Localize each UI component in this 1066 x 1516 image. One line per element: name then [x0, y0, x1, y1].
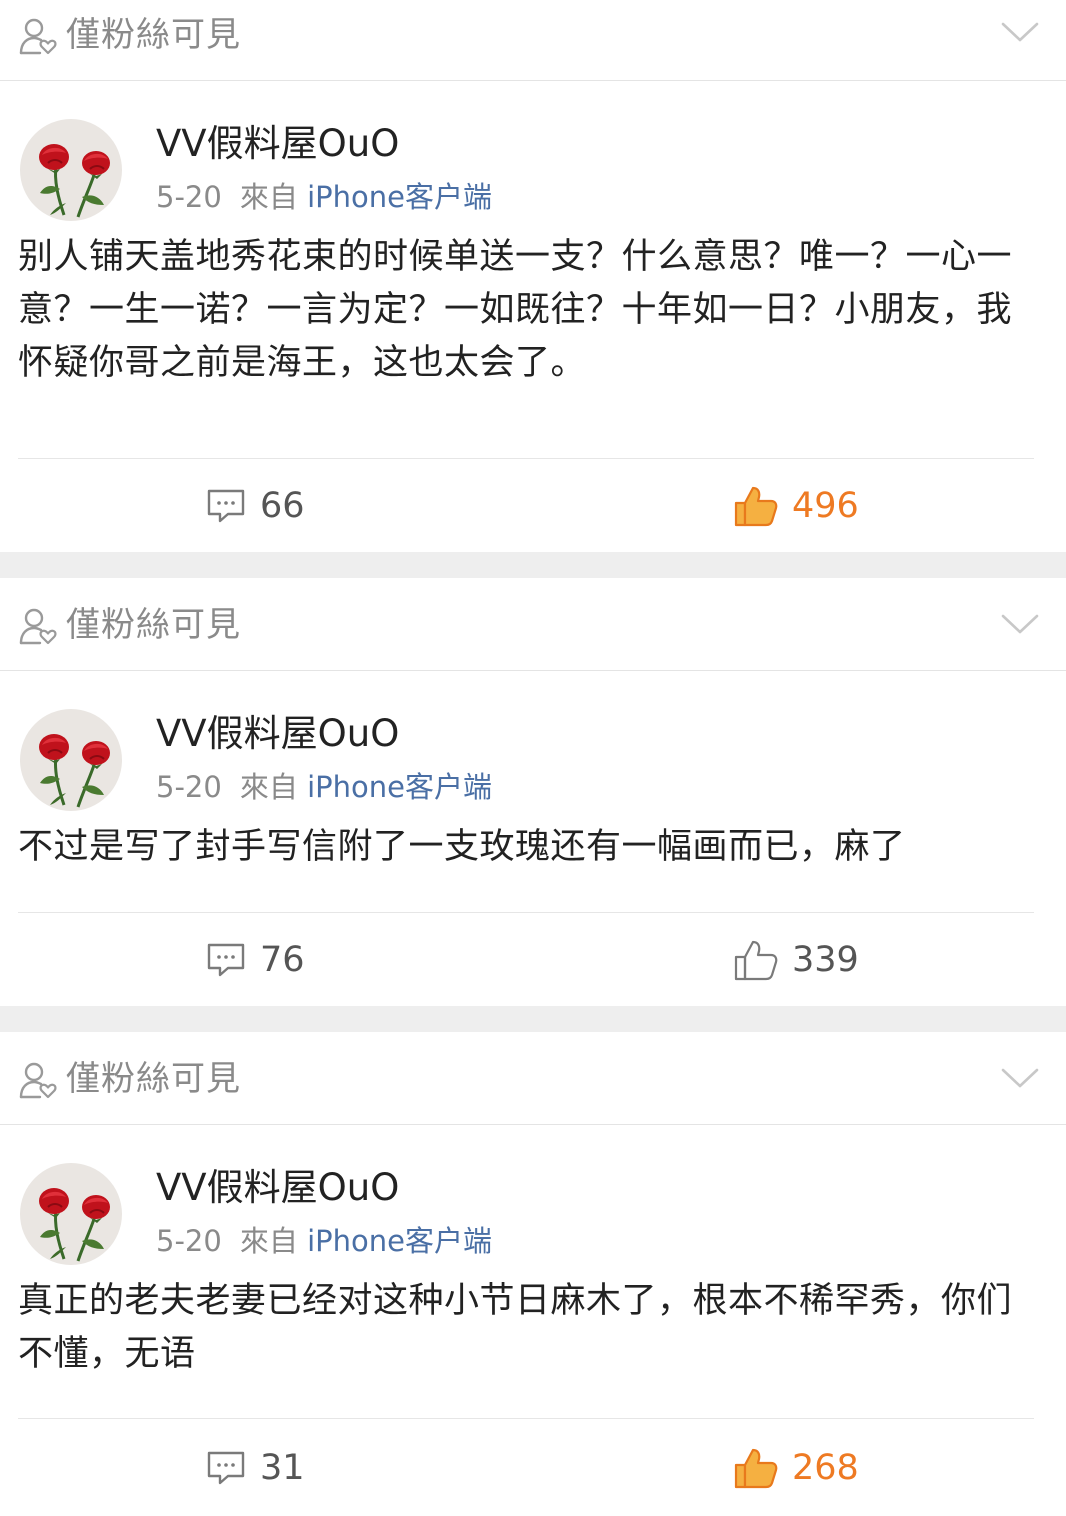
source-prefix: 來自: [239, 1224, 298, 1258]
author-row: VV假料屋OuO 5-20 來自 iPhone客户端: [0, 1125, 1066, 1275]
action-bar: 76 339: [0, 914, 1066, 1006]
visibility-label: 僅粉絲可見: [66, 15, 241, 55]
thumbs-up-icon: [734, 486, 778, 527]
source-prefix: 來自: [239, 770, 298, 804]
visibility-bar: 僅粉絲可見: [0, 578, 1066, 671]
action-bar: 66 496: [0, 460, 1066, 552]
like-count: 496: [792, 486, 859, 526]
chevron-down-icon[interactable]: [1000, 18, 1040, 46]
author-row: VV假料屋OuO 5-20 來自 iPhone客户端: [0, 81, 1066, 231]
avatar[interactable]: [20, 1163, 122, 1265]
post-separator: [0, 552, 1066, 578]
comment-count: 31: [260, 1448, 305, 1488]
post-text: 真正的老夫老妻已经对这种小节日麻木了，根本不稀罕秀，你们不懂，无语: [18, 1281, 1013, 1374]
thumbs-up-icon: [734, 940, 778, 981]
post-card: 僅粉絲可見 VV假料屋OuO 5-20: [0, 0, 1066, 552]
source-client-link[interactable]: iPhone客户端: [307, 1224, 492, 1258]
author-name[interactable]: VV假料屋OuO: [156, 1165, 399, 1211]
like-count: 268: [792, 1448, 859, 1488]
comment-button[interactable]: 66: [206, 460, 305, 552]
comment-count: 76: [260, 940, 305, 980]
post-meta: 5-20 來自 iPhone客户端: [156, 1223, 492, 1259]
divider: [18, 458, 1034, 459]
post-date: 5-20: [156, 770, 222, 804]
post-text: 不过是写了封手写信附了一支玫瑰还有一幅画而已，麻了: [18, 827, 906, 867]
action-bar: 31 268: [0, 1422, 1066, 1514]
post-meta: 5-20 來自 iPhone客户端: [156, 769, 492, 805]
avatar[interactable]: [20, 119, 122, 221]
like-count: 339: [792, 940, 859, 980]
comment-button[interactable]: 76: [206, 914, 305, 1006]
author-name[interactable]: VV假料屋OuO: [156, 711, 399, 757]
like-button[interactable]: 268: [734, 1422, 859, 1514]
visibility-bar: 僅粉絲可見: [0, 0, 1066, 81]
comment-icon: [207, 943, 245, 977]
like-button[interactable]: 339: [734, 914, 859, 1006]
person-heart-icon: [19, 18, 57, 55]
divider: [18, 912, 1034, 913]
comment-button[interactable]: 31: [206, 1422, 305, 1514]
source-client-link[interactable]: iPhone客户端: [307, 180, 492, 214]
chevron-down-icon[interactable]: [1000, 1064, 1040, 1092]
visibility-bar: 僅粉絲可見: [0, 1032, 1066, 1125]
post-text: 别人铺天盖地秀花束的时候单送一支？什么意思？唯一？一心一意？一生一诺？一言为定？…: [18, 237, 1013, 383]
divider: [18, 1418, 1034, 1419]
comment-icon: [207, 489, 245, 523]
author-name[interactable]: VV假料屋OuO: [156, 121, 399, 167]
person-heart-icon: [19, 608, 57, 645]
visibility-label: 僅粉絲可見: [66, 1059, 241, 1099]
comment-icon: [207, 1451, 245, 1485]
post-card: 僅粉絲可見 VV假料屋OuO 5-20: [0, 578, 1066, 1006]
post-card: 僅粉絲可見 VV假料屋OuO 5-20: [0, 1032, 1066, 1516]
avatar[interactable]: [20, 709, 122, 811]
thumbs-up-icon: [734, 1448, 778, 1489]
person-heart-icon: [19, 1062, 57, 1099]
visibility-label: 僅粉絲可見: [66, 605, 241, 645]
like-button[interactable]: 496: [734, 460, 859, 552]
source-prefix: 來自: [239, 180, 298, 214]
post-date: 5-20: [156, 1224, 222, 1258]
chevron-down-icon[interactable]: [1000, 610, 1040, 638]
comment-count: 66: [260, 486, 305, 526]
source-client-link[interactable]: iPhone客户端: [307, 770, 492, 804]
author-row: VV假料屋OuO 5-20 來自 iPhone客户端: [0, 671, 1066, 821]
post-separator: [0, 1006, 1066, 1032]
post-date: 5-20: [156, 180, 222, 214]
post-meta: 5-20 來自 iPhone客户端: [156, 179, 492, 215]
